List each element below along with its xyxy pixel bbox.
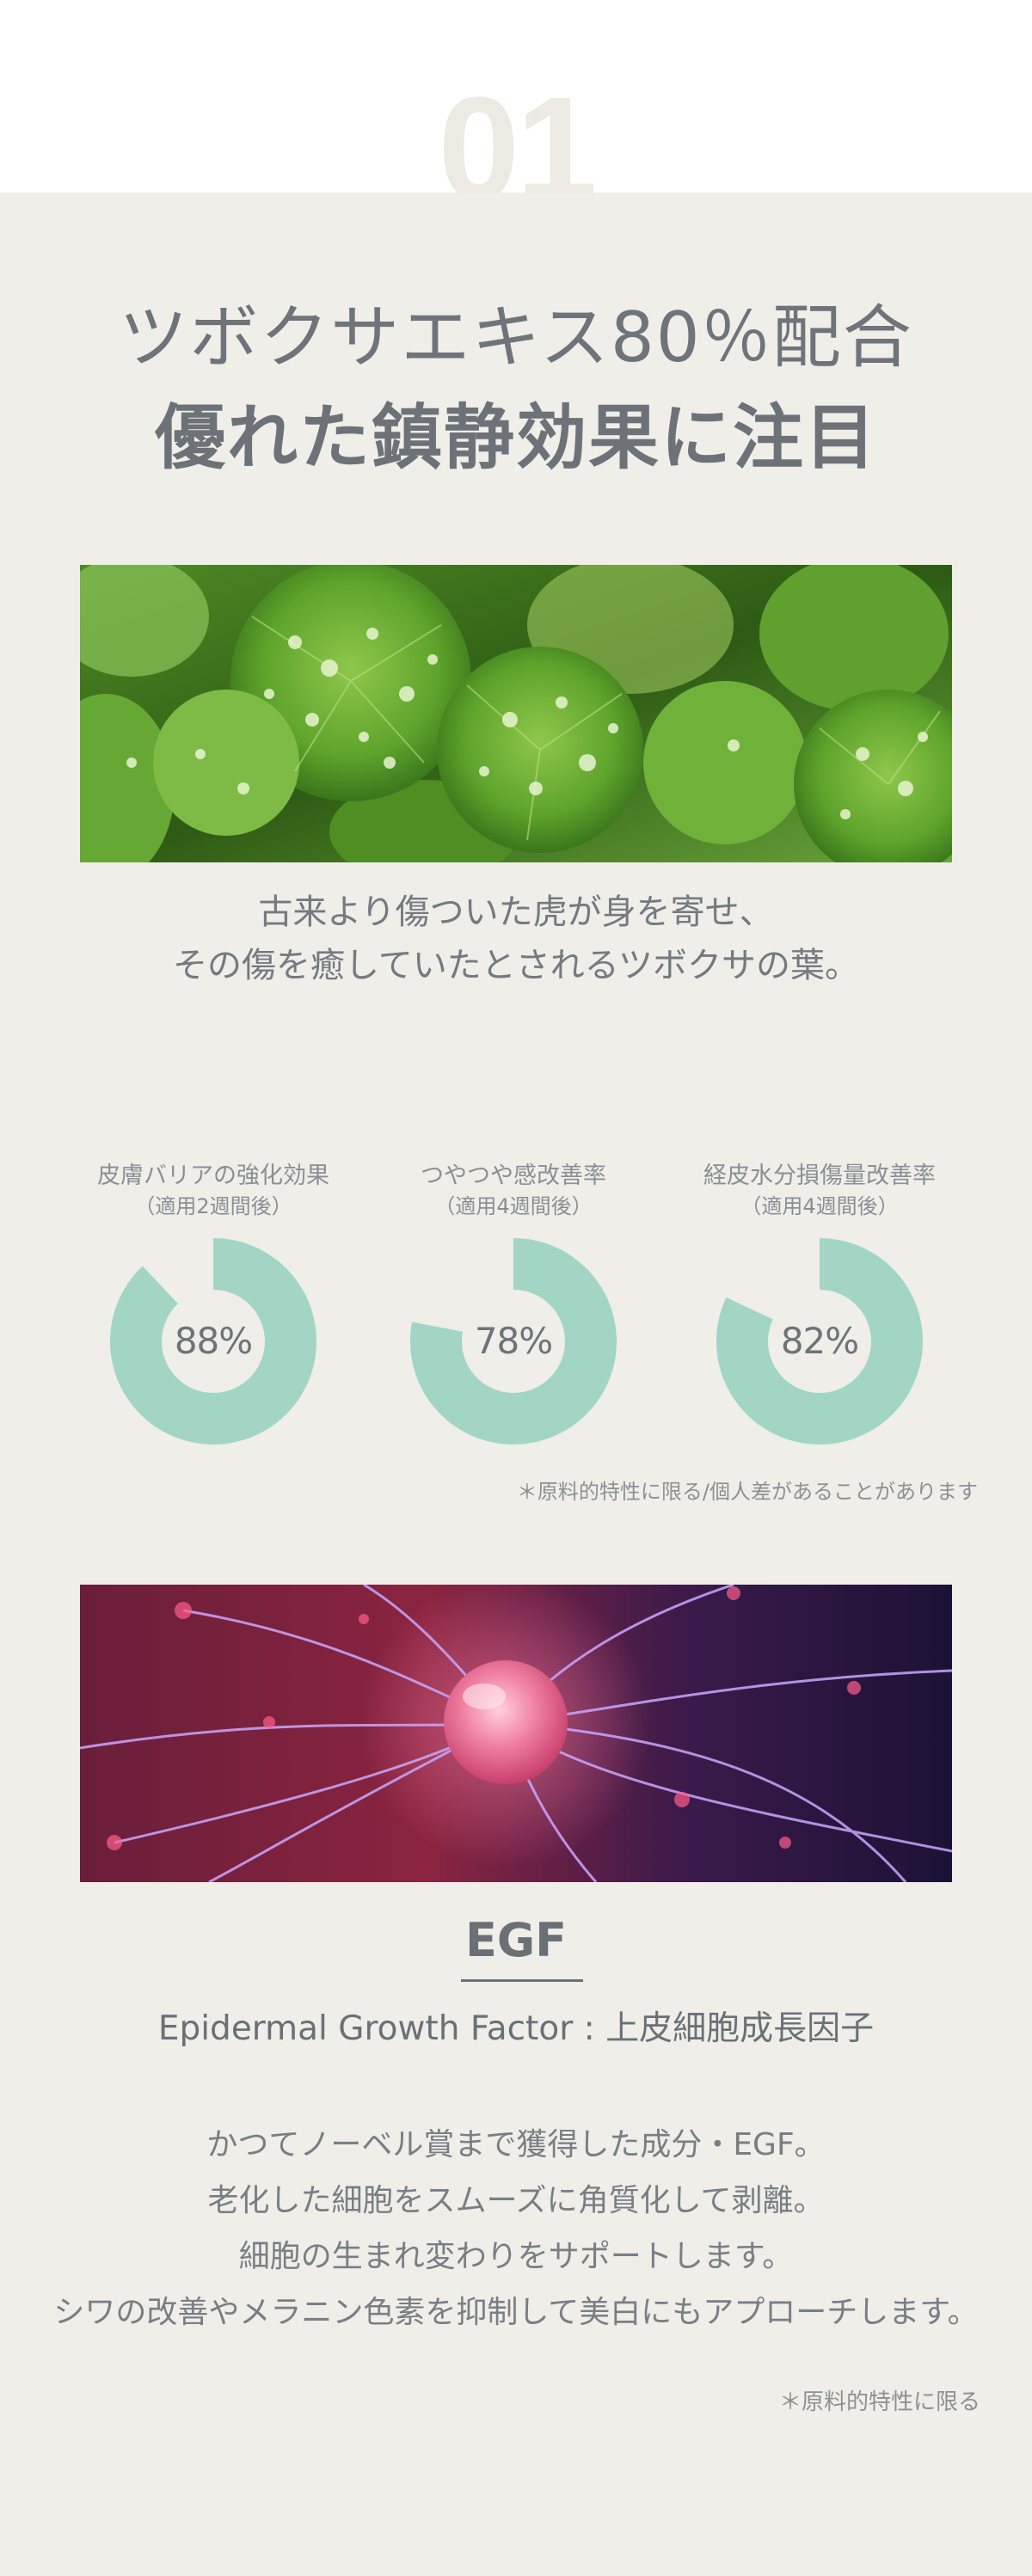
egf-description-line: かつてノーベル賞まで獲得した成分・EGF。 [206,2127,826,2162]
stat-label: 経皮水分損傷量改善率 [703,1162,936,1189]
egf-title-underline [461,1979,583,1982]
stat-tewl: 経皮水分損傷量改善率 （適用4週間後） 82% [682,1161,957,1444]
stat-sub-label: （適用4週間後） [434,1194,593,1218]
stat-glow: つやつや感改善率 （適用4週間後） 78% [376,1161,651,1444]
egf-subtitle: Epidermal Growth Factor : 上皮細胞成長因子 [157,2009,875,2048]
section-number: 01 [438,76,597,193]
egf-description-line: シワの改善やメラニン色素を抑制して美白にもアプローチします。 [53,2295,979,2330]
donut-value: 82% [780,1320,859,1362]
egf-description-line: 細胞の生まれ変わりをサポートします。 [238,2239,794,2274]
stat-skin-barrier: 皮膚バリアの強化効果 （適用2週間後） 88% [76,1161,351,1444]
egf-title: EGF [464,1913,568,1967]
plasma-ball-photo [80,1585,952,1882]
caption-line-2: その傷を癒していたとされるツボクサの葉。 [173,946,859,985]
stat-label: 皮膚バリアの強化効果 [97,1162,329,1189]
donut-value: 78% [474,1320,553,1362]
stat-label: つやつや感改善率 [421,1162,606,1189]
centella-caption: 古来より傷ついた虎が身を寄せ、 その傷を癒していたとされるツボクサの葉。 [0,886,1032,992]
egf-disclaimer: ＊原料的特性に限る [778,2389,980,2415]
stat-sub-label: （適用4週間後） [740,1194,899,1218]
egf-description-line: 老化した細胞をスムーズに角質化して剥離。 [207,2183,825,2218]
donut-chart: 82% [716,1238,923,1444]
caption-line-1: 古来より傷ついた虎が身を寄せ、 [258,892,774,932]
stats-disclaimer: ＊原料的特性に限る/個人差があることがあります [516,1480,978,1504]
headline-line-1: ツボクサエキス80％配合 [119,297,913,377]
stat-sub-label: （適用2週間後） [134,1194,292,1218]
egf-description: かつてノーベル賞まで獲得した成分・EGF。 老化した細胞をスムーズに角質化して剥… [0,2117,1032,2340]
centella-leaves-photo [80,565,952,862]
headline-line-2: 優れた鎮静効果に注目 [154,397,877,479]
donut-value: 88% [174,1320,253,1362]
donut-chart: 78% [410,1238,617,1444]
donut-chart: 88% [110,1238,316,1444]
